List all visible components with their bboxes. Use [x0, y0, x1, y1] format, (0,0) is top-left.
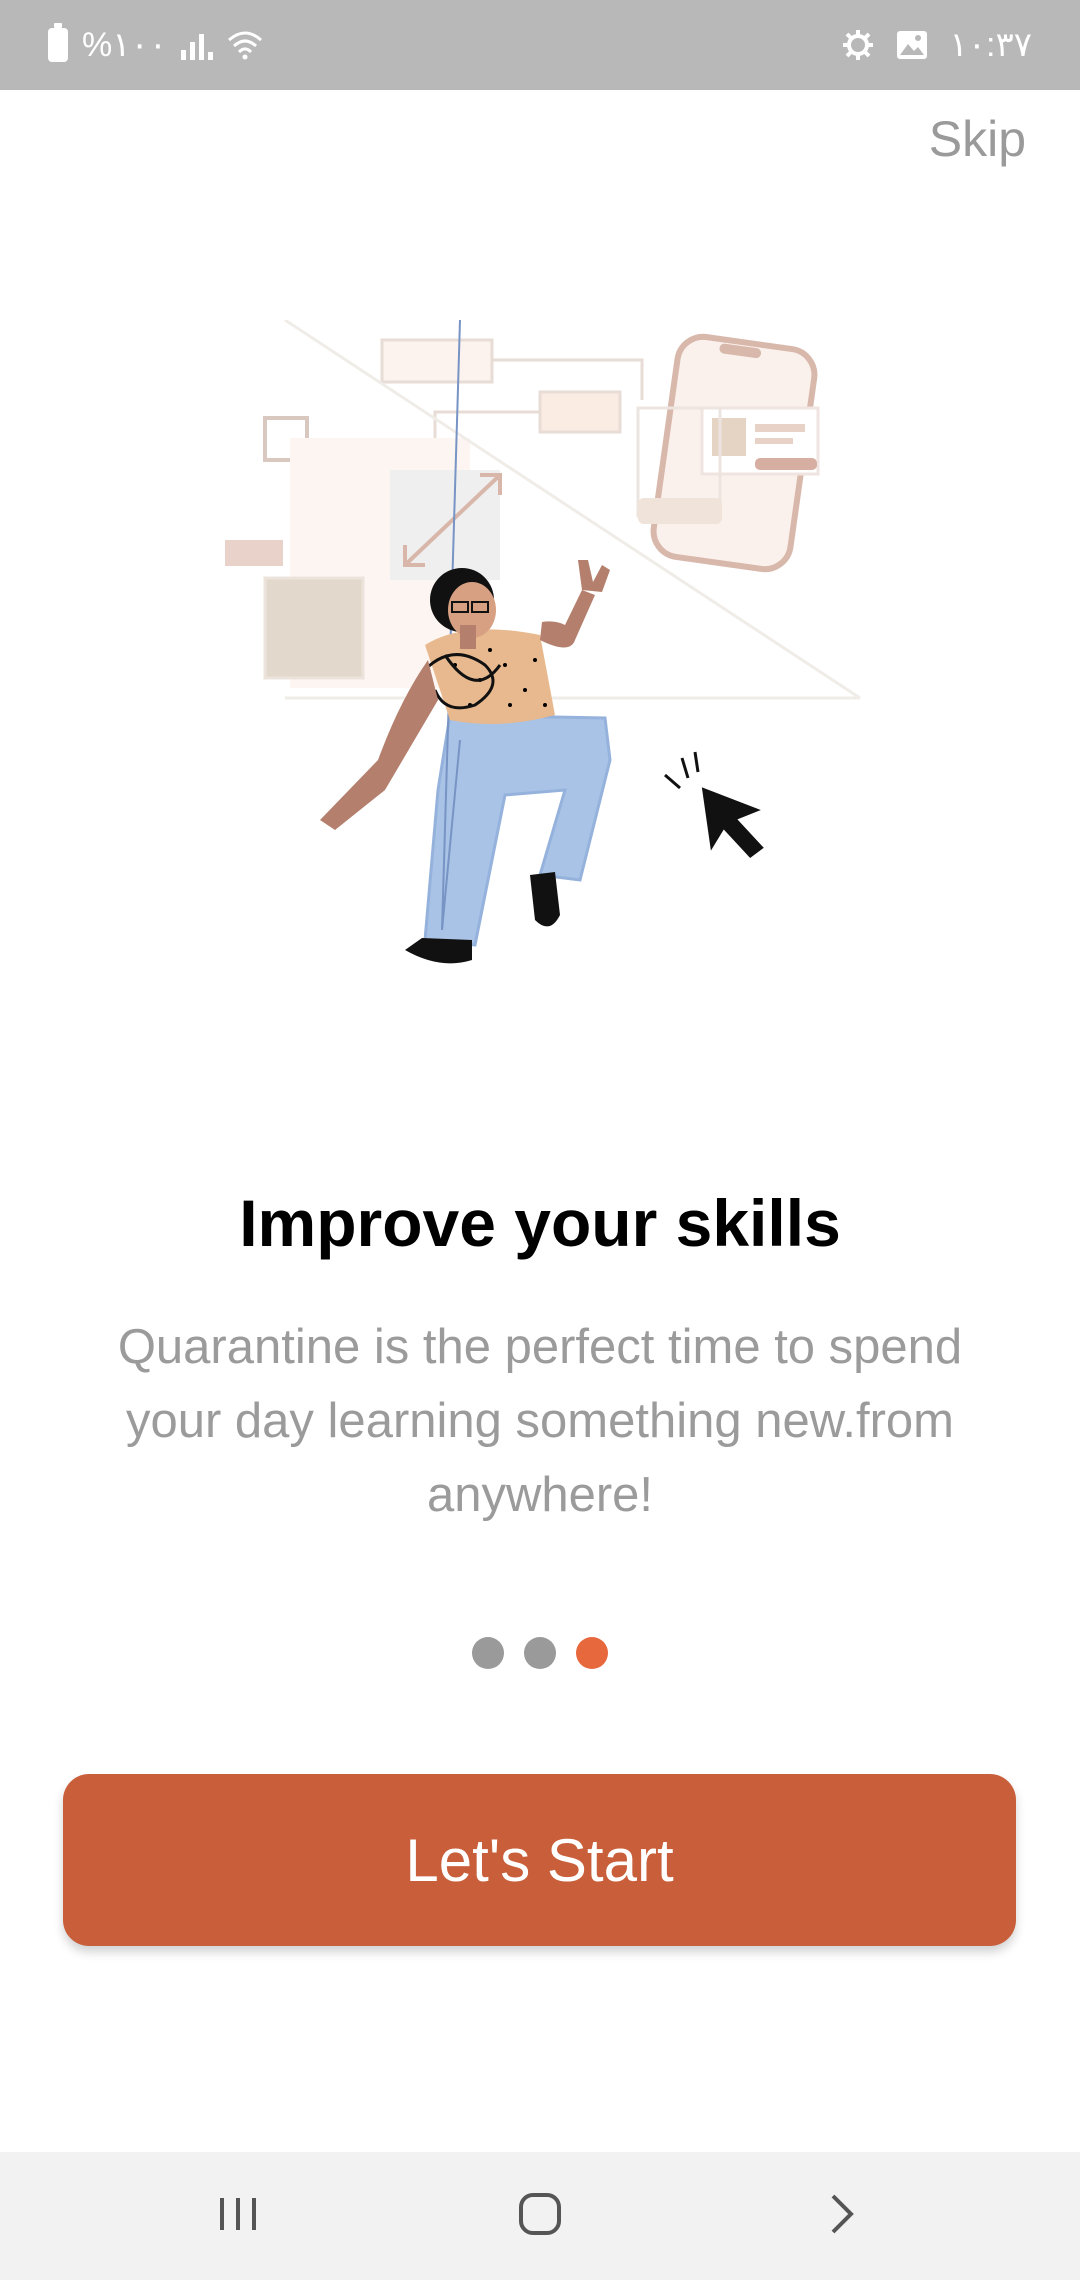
back-button[interactable]	[772, 2152, 912, 2280]
lets-start-button[interactable]: Let's Start	[63, 1774, 1016, 1946]
skip-button[interactable]: Skip	[929, 110, 1026, 168]
battery-level: %۱۰۰	[82, 26, 168, 64]
page-dot-2	[524, 1637, 556, 1669]
status-bar: %۱۰۰ ۱۰:۳۷	[0, 0, 1080, 90]
home-icon	[518, 2192, 562, 2241]
clock: ۱۰:۳۷	[949, 26, 1033, 64]
status-left: %۱۰۰	[48, 22, 263, 68]
page-dot-3-active	[576, 1637, 608, 1669]
gear-icon	[842, 29, 874, 61]
recents-icon	[216, 2194, 260, 2239]
status-right: ۱۰:۳۷	[842, 22, 1033, 68]
wifi-icon	[227, 30, 263, 60]
recents-button[interactable]	[168, 2152, 308, 2280]
gallery-icon	[896, 30, 928, 60]
navigation-bar	[0, 2152, 1080, 2280]
onboarding-description: Quarantine is the perfect time to spend …	[117, 1320, 963, 1522]
onboarding-title: Improve your skills	[239, 1186, 841, 1260]
page-dot-1	[472, 1637, 504, 1669]
battery-icon	[48, 23, 68, 62]
page-indicator	[0, 1637, 1080, 1669]
signal-icon	[181, 30, 214, 60]
home-button[interactable]	[470, 2152, 610, 2280]
back-icon	[827, 2192, 857, 2241]
onboarding-illustration	[210, 318, 870, 1000]
